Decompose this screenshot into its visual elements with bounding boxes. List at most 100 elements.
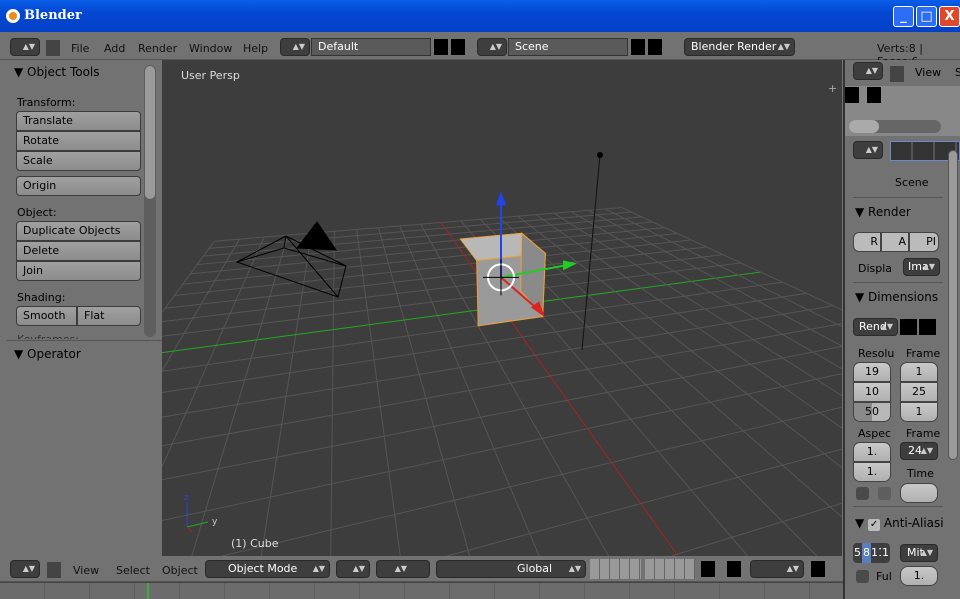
scene-delete-button[interactable] xyxy=(648,39,662,55)
render-engine-selector[interactable]: Blender Render ▲▼ xyxy=(684,38,795,56)
outliner-view-menu[interactable]: View xyxy=(915,66,941,79)
anti-aliasing-checkbox[interactable]: ✓ xyxy=(868,519,881,531)
menu-view[interactable]: View xyxy=(73,564,99,577)
resolution-x-field[interactable]: 19 xyxy=(853,362,891,382)
menu-render[interactable]: Render xyxy=(138,42,177,55)
menu-add[interactable]: Add xyxy=(104,42,125,55)
render-preset-selector[interactable]: Rend ▲▼ xyxy=(853,318,898,336)
scene-add-button[interactable] xyxy=(631,39,645,55)
minimize-button[interactable]: _ xyxy=(893,6,914,27)
origin-button[interactable]: Origin xyxy=(16,176,141,196)
menu-help[interactable]: Help xyxy=(243,42,268,55)
aa-sample-16[interactable]: 1 xyxy=(881,543,890,563)
tool-shelf-scrollbar[interactable] xyxy=(144,65,156,337)
time-remap-field[interactable] xyxy=(900,483,938,503)
frame-end-field[interactable]: 25 xyxy=(900,382,938,402)
collapse-menu-button[interactable] xyxy=(46,40,60,56)
camera-up-triangle[interactable] xyxy=(296,221,337,251)
menu-select[interactable]: Select xyxy=(116,564,150,577)
border-checkbox[interactable] xyxy=(856,487,869,500)
full-sample-checkbox[interactable] xyxy=(856,570,869,583)
preset-remove-button[interactable] xyxy=(919,319,936,335)
frame-step-field[interactable]: 1 xyxy=(900,402,938,422)
layout-add-button[interactable] xyxy=(434,39,448,55)
blender-logo-icon xyxy=(6,9,20,23)
menu-object[interactable]: Object xyxy=(162,564,198,577)
pivot-selector[interactable]: ▲▼ xyxy=(376,560,430,578)
resolution-percentage-slider[interactable]: 50 xyxy=(853,402,891,422)
mode-selector[interactable]: Object Mode ▲▼ xyxy=(205,560,330,578)
properties-editor-type[interactable]: ▲▼ xyxy=(853,141,883,159)
rotate-button[interactable]: Rotate xyxy=(16,131,141,151)
layout-delete-button[interactable] xyxy=(451,39,465,55)
smooth-button[interactable]: Smooth xyxy=(16,306,77,326)
grid-line xyxy=(330,231,335,556)
lamp-object[interactable] xyxy=(597,152,603,158)
delete-button[interactable]: Delete xyxy=(16,241,141,261)
collapse-menu-button[interactable] xyxy=(890,66,904,82)
add-icon[interactable]: + xyxy=(828,82,837,95)
properties-scrollbar[interactable] xyxy=(948,150,958,460)
lamp-line xyxy=(581,154,601,351)
outliner-item-icon[interactable] xyxy=(845,87,859,103)
layout-name-field[interactable]: Default xyxy=(311,38,431,56)
grid-line xyxy=(446,448,842,556)
render-image-button[interactable]: R xyxy=(853,232,881,252)
operator-header[interactable]: ▼ Operator xyxy=(14,347,81,361)
button-label: PI xyxy=(926,235,936,248)
join-button[interactable]: Join xyxy=(16,261,141,281)
timeline-strip[interactable] xyxy=(0,582,843,599)
translate-button[interactable]: Translate xyxy=(16,111,141,131)
orientation-label: Global xyxy=(517,562,553,575)
display-selector[interactable]: Ima ▲▼ xyxy=(903,258,940,276)
orientation-selector[interactable]: Global ▲▼ xyxy=(436,560,586,578)
outliner-editor-type[interactable]: ▲▼ xyxy=(853,62,883,80)
menu-file[interactable]: File xyxy=(71,42,89,55)
scene-browse-button[interactable]: ▲▼ xyxy=(477,38,507,56)
z-arrow-head[interactable] xyxy=(496,191,506,206)
collapse-menu-button[interactable] xyxy=(47,562,61,578)
duplicate-objects-button[interactable]: Duplicate Objects xyxy=(16,221,141,241)
maximize-button[interactable]: □ xyxy=(916,6,937,27)
render-animation-button[interactable]: A xyxy=(881,232,909,252)
render-preview-button[interactable] xyxy=(811,561,825,577)
outliner-area[interactable] xyxy=(845,86,960,136)
snap-element[interactable] xyxy=(727,561,741,577)
layout-browse-button[interactable]: ▲▼ xyxy=(280,38,310,56)
layer-buttons-2[interactable] xyxy=(645,559,695,579)
aa-sample-8[interactable]: 8 xyxy=(862,543,871,563)
aa-sample-11[interactable]: 11 xyxy=(871,543,885,563)
flat-button[interactable]: Flat xyxy=(77,306,141,326)
render-playback-button[interactable]: PI xyxy=(909,232,939,252)
layer-buttons[interactable] xyxy=(590,559,641,579)
object-tools-header[interactable]: ▼ Object Tools xyxy=(14,65,100,79)
render-panel-header[interactable]: ▼ Render xyxy=(855,205,911,219)
frame-rate-selector[interactable]: 24 ▲▼ xyxy=(900,442,938,460)
resolution-y-field[interactable]: 10 xyxy=(853,382,891,402)
anti-aliasing-panel-header[interactable]: ▼ ✓ Anti-Aliasi xyxy=(855,516,944,531)
dimensions-panel-header[interactable]: ▼ Dimensions xyxy=(855,290,938,304)
editor-type-selector[interactable]: ▲▼ xyxy=(10,560,40,578)
close-button[interactable]: X xyxy=(939,6,960,27)
outliner-item-icon[interactable] xyxy=(867,87,881,103)
viewport-scene[interactable]: zy xyxy=(162,60,842,556)
menu-window[interactable]: Window xyxy=(189,42,232,55)
editor-type-selector[interactable]: ▲▼ xyxy=(10,38,40,56)
aa-sample-5[interactable]: 5 xyxy=(853,543,862,563)
frame-start-field[interactable]: 1 xyxy=(900,362,938,382)
snap-toggle[interactable] xyxy=(701,561,715,577)
filter-size-field[interactable]: 1. xyxy=(900,566,938,586)
3d-viewport[interactable]: zy User Persp (1) Cube + xyxy=(162,60,842,556)
preset-add-button[interactable] xyxy=(900,319,917,335)
aspect-x-field[interactable]: 1. xyxy=(853,442,891,462)
scene-name-field[interactable]: Scene xyxy=(508,38,628,56)
aa-filter-selector[interactable]: Mit ▲▼ xyxy=(900,544,938,562)
scale-button[interactable]: Scale xyxy=(16,151,141,171)
snap-target-selector[interactable]: ▲▼ xyxy=(750,560,804,578)
mode-label: Object Mode xyxy=(228,562,298,575)
shading-selector[interactable]: ▲▼ xyxy=(336,560,370,578)
grid-line xyxy=(162,345,842,481)
crop-checkbox[interactable] xyxy=(878,487,891,500)
outliner-search-menu[interactable]: S xyxy=(955,66,960,79)
aspect-y-field[interactable]: 1. xyxy=(853,462,891,482)
